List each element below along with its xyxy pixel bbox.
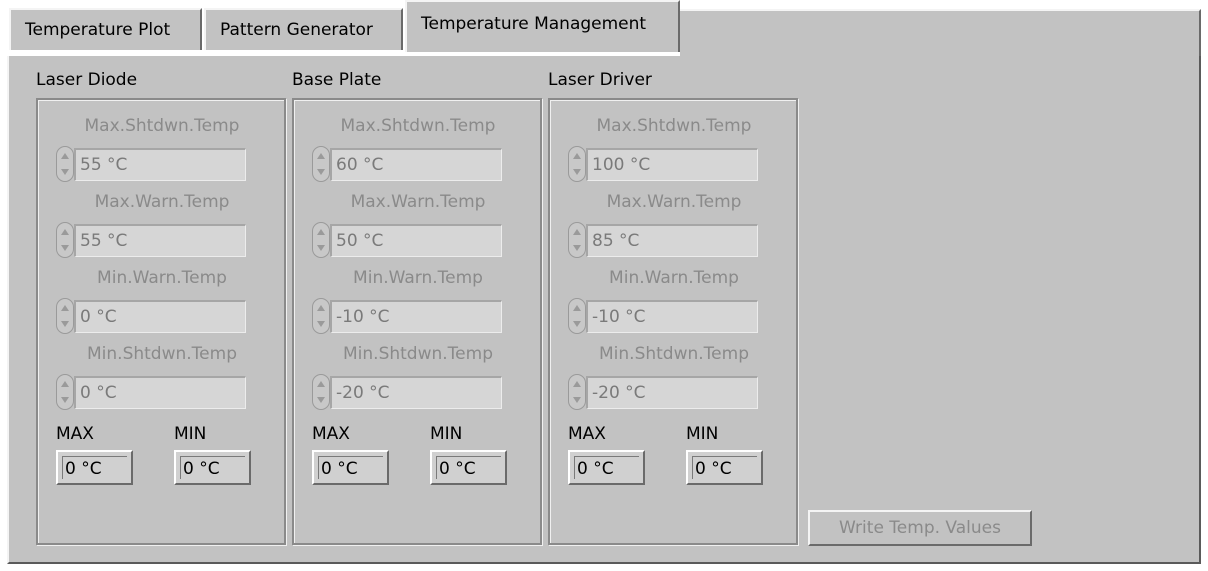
min-shtdwn-temp-stepper[interactable]	[568, 374, 586, 410]
decrement-icon	[61, 245, 69, 251]
min-label: MIN	[430, 424, 463, 444]
decrement-icon	[317, 245, 325, 251]
increment-icon	[317, 381, 325, 387]
increment-icon	[61, 381, 69, 387]
max-shtdwn-temp-label: Max.Shtdwn.Temp	[84, 116, 240, 136]
min-warn-temp-stepper[interactable]	[56, 298, 74, 334]
min-shtdwn-temp-input[interactable]: -20 °C	[330, 376, 502, 409]
min-shtdwn-temp-input[interactable]: -20 °C	[586, 376, 758, 409]
max-warn-temp-input[interactable]: 55 °C	[74, 224, 246, 257]
max-indicator: 0 °C	[56, 450, 133, 485]
max-shtdwn-temp-stepper[interactable]	[568, 146, 586, 182]
decrement-icon	[317, 397, 325, 403]
increment-icon	[317, 305, 325, 311]
min-warn-temp-label: Min.Warn.Temp	[609, 268, 739, 288]
group-laser-diode: Max.Shtdwn.Temp 55 °C Max.Warn.Temp 55 °…	[36, 98, 286, 545]
max-warn-temp-label: Max.Warn.Temp	[350, 192, 486, 212]
min-warn-temp-stepper[interactable]	[568, 298, 586, 334]
max-label: MAX	[56, 424, 94, 444]
min-warn-temp-input[interactable]: 0 °C	[74, 300, 246, 333]
max-warn-temp-input[interactable]: 85 °C	[586, 224, 758, 257]
increment-icon	[573, 153, 581, 159]
increment-icon	[573, 229, 581, 235]
increment-icon	[573, 305, 581, 311]
min-label: MIN	[686, 424, 719, 444]
max-indicator: 0 °C	[312, 450, 389, 485]
max-warn-temp-stepper[interactable]	[56, 222, 74, 258]
max-shtdwn-temp-input[interactable]: 100 °C	[586, 148, 758, 181]
max-shtdwn-temp-label: Max.Shtdwn.Temp	[340, 116, 496, 136]
max-shtdwn-temp-stepper[interactable]	[312, 146, 330, 182]
min-shtdwn-temp-label: Min.Shtdwn.Temp	[343, 344, 493, 364]
max-indicator: 0 °C	[568, 450, 645, 485]
group-base-plate: Max.Shtdwn.Temp 60 °C Max.Warn.Temp 50 °…	[292, 98, 542, 545]
window: Temperature Plot Pattern Generator Tempe…	[0, 0, 1208, 571]
min-indicator: 0 °C	[430, 450, 507, 485]
max-shtdwn-temp-stepper[interactable]	[56, 146, 74, 182]
min-warn-temp-stepper[interactable]	[312, 298, 330, 334]
group-laser-driver: Max.Shtdwn.Temp 100 °C Max.Warn.Temp 85 …	[548, 98, 798, 545]
decrement-icon	[61, 169, 69, 175]
min-warn-temp-label: Min.Warn.Temp	[97, 268, 227, 288]
write-temp-values-button[interactable]: Write Temp. Values	[808, 510, 1032, 546]
tab-temperature-management[interactable]: Temperature Management	[405, 0, 680, 52]
decrement-icon	[573, 397, 581, 403]
max-label: MAX	[312, 424, 350, 444]
decrement-icon	[317, 321, 325, 327]
min-value: 0 °C	[180, 456, 245, 479]
increment-icon	[61, 153, 69, 159]
min-label: MIN	[174, 424, 207, 444]
decrement-icon	[573, 245, 581, 251]
min-warn-temp-input[interactable]: -10 °C	[330, 300, 502, 333]
tab-panel: Laser Diode Max.Shtdwn.Temp 55 °C Max.Wa…	[7, 56, 1201, 564]
max-value: 0 °C	[574, 456, 639, 479]
min-shtdwn-temp-input[interactable]: 0 °C	[74, 376, 246, 409]
increment-icon	[317, 153, 325, 159]
max-label: MAX	[568, 424, 606, 444]
max-shtdwn-temp-input[interactable]: 60 °C	[330, 148, 502, 181]
max-warn-temp-label: Max.Warn.Temp	[606, 192, 742, 212]
decrement-icon	[317, 169, 325, 175]
min-shtdwn-temp-label: Min.Shtdwn.Temp	[87, 344, 237, 364]
min-indicator: 0 °C	[174, 450, 251, 485]
tab-temperature-plot[interactable]: Temperature Plot	[9, 8, 202, 50]
min-shtdwn-temp-label: Min.Shtdwn.Temp	[599, 344, 749, 364]
decrement-icon	[61, 397, 69, 403]
min-value: 0 °C	[692, 456, 757, 479]
max-shtdwn-temp-label: Max.Shtdwn.Temp	[596, 116, 752, 136]
max-shtdwn-temp-input[interactable]: 55 °C	[74, 148, 246, 181]
max-warn-temp-stepper[interactable]	[568, 222, 586, 258]
tab-pattern-generator[interactable]: Pattern Generator	[204, 8, 403, 50]
max-warn-temp-label: Max.Warn.Temp	[94, 192, 230, 212]
min-indicator: 0 °C	[686, 450, 763, 485]
min-warn-temp-input[interactable]: -10 °C	[586, 300, 758, 333]
max-value: 0 °C	[318, 456, 383, 479]
decrement-icon	[61, 321, 69, 327]
max-warn-temp-stepper[interactable]	[312, 222, 330, 258]
increment-icon	[317, 229, 325, 235]
tabbar-filler	[680, 9, 1201, 57]
min-value: 0 °C	[436, 456, 501, 479]
increment-icon	[61, 229, 69, 235]
min-warn-temp-label: Min.Warn.Temp	[353, 268, 483, 288]
group-title-base-plate: Base Plate	[292, 70, 382, 90]
min-shtdwn-temp-stepper[interactable]	[56, 374, 74, 410]
increment-icon	[573, 381, 581, 387]
group-title-laser-diode: Laser Diode	[36, 70, 138, 90]
min-shtdwn-temp-stepper[interactable]	[312, 374, 330, 410]
max-warn-temp-input[interactable]: 50 °C	[330, 224, 502, 257]
decrement-icon	[573, 169, 581, 175]
max-value: 0 °C	[62, 456, 127, 479]
decrement-icon	[573, 321, 581, 327]
increment-icon	[61, 305, 69, 311]
group-title-laser-driver: Laser Driver	[548, 70, 652, 90]
